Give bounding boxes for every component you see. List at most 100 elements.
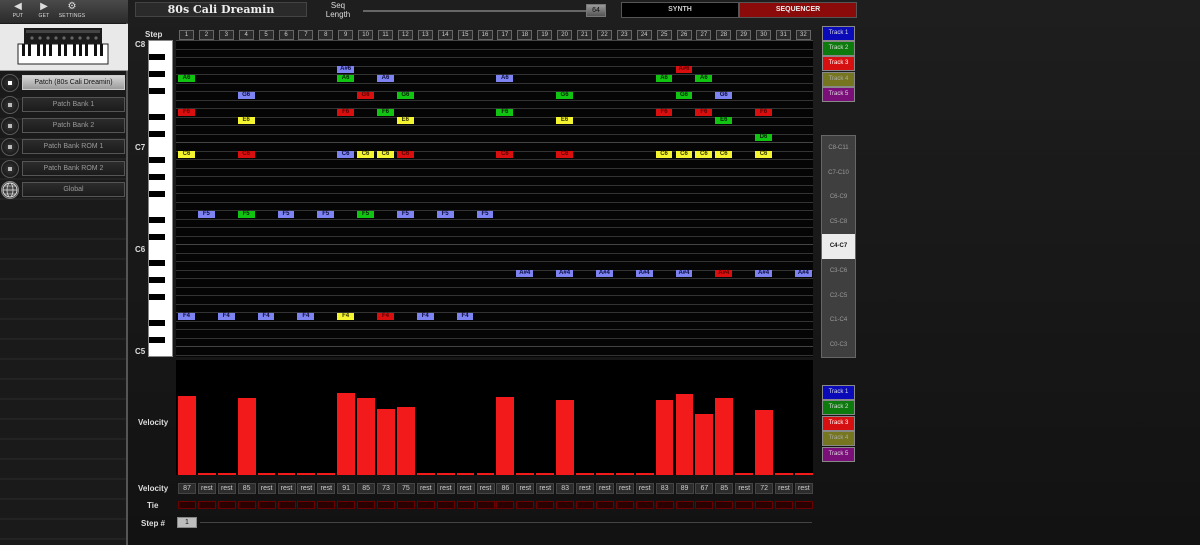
velocity-value[interactable]: rest [416, 483, 435, 494]
note-block[interactable]: F6 [377, 109, 394, 116]
note-block[interactable]: A#4 [556, 270, 573, 277]
note-block[interactable]: A6 [337, 75, 355, 82]
note-block[interactable]: A6 [178, 75, 195, 82]
velocity-bar[interactable] [516, 473, 535, 475]
sidebar-item-label[interactable]: Global [22, 182, 125, 197]
sidebar-item-label[interactable]: Patch Bank ROM 1 [22, 139, 125, 154]
tie-toggle[interactable] [416, 501, 435, 509]
step-number[interactable]: 5 [258, 30, 274, 40]
step-number[interactable]: 26 [676, 30, 692, 40]
note-block[interactable]: D6 [755, 134, 772, 141]
note-block[interactable]: F6 [178, 109, 195, 116]
tie-toggle[interactable] [516, 501, 535, 509]
step-number[interactable]: 2 [198, 30, 214, 40]
tie-toggle[interactable] [257, 501, 276, 509]
tie-toggle[interactable] [337, 501, 356, 509]
tie-toggle[interactable] [476, 501, 495, 509]
tie-toggle[interactable] [377, 501, 395, 509]
tie-toggle[interactable] [436, 501, 455, 509]
piano-black-key[interactable] [149, 88, 165, 94]
step-number[interactable]: 9 [338, 30, 354, 40]
velocity-bar[interactable] [735, 473, 754, 475]
step-number-slider[interactable] [200, 522, 812, 523]
step-number[interactable]: 15 [457, 30, 473, 40]
note-block[interactable]: A6 [695, 75, 713, 82]
note-block[interactable]: C6 [496, 151, 514, 158]
step-number[interactable]: 23 [616, 30, 632, 40]
note-block[interactable]: F5 [476, 211, 494, 218]
track-5-button[interactable]: Track 5 [822, 87, 855, 102]
velocity-bar[interactable] [178, 396, 196, 475]
piano-black-key[interactable] [149, 54, 165, 60]
note-block[interactable]: C6 [675, 151, 693, 158]
track-2-button[interactable]: Track 2 [822, 41, 855, 56]
step-number[interactable]: 20 [557, 30, 573, 40]
velocity-bar[interactable] [775, 473, 793, 475]
note-block[interactable]: A#4 [755, 270, 772, 277]
note-block[interactable]: C6 [655, 151, 673, 158]
step-number-field[interactable]: 1 [177, 517, 197, 528]
step-number[interactable]: 12 [397, 30, 413, 40]
step-number[interactable]: 25 [656, 30, 672, 40]
velocity-bar[interactable] [217, 473, 236, 475]
step-number[interactable]: 28 [716, 30, 732, 40]
velocity-value[interactable]: 83 [655, 483, 674, 494]
velocity-value[interactable]: 85 [237, 483, 256, 494]
tie-toggle[interactable] [615, 501, 634, 509]
note-block[interactable]: E6 [715, 117, 733, 124]
velocity-track-2-button[interactable]: Track 2 [822, 400, 855, 415]
piano-black-key[interactable] [149, 191, 165, 197]
note-block[interactable]: A#4 [516, 270, 534, 277]
velocity-bar[interactable] [476, 473, 495, 475]
velocity-bar[interactable] [655, 400, 674, 475]
velocity-value[interactable]: rest [476, 483, 495, 494]
piano-black-key[interactable] [149, 277, 165, 283]
velocity-value[interactable]: rest [257, 483, 276, 494]
note-block[interactable]: E6 [396, 117, 414, 124]
velocity-bars[interactable] [176, 360, 813, 475]
note-block[interactable]: F5 [357, 211, 374, 218]
velocity-bar[interactable] [794, 473, 813, 475]
note-block[interactable]: F5 [436, 211, 454, 218]
tie-toggle[interactable] [178, 501, 196, 509]
tie-toggle[interactable] [536, 501, 555, 509]
piano-black-key[interactable] [149, 131, 165, 137]
tab-sequencer[interactable]: SEQUENCER [739, 2, 857, 18]
velocity-bar[interactable] [755, 410, 773, 475]
piano-black-key[interactable] [149, 114, 165, 120]
settings-button[interactable]: ⚙ SETTINGS [54, 2, 90, 22]
velocity-bar[interactable] [377, 409, 395, 475]
note-block[interactable]: F4 [217, 313, 235, 320]
velocity-bar[interactable] [695, 414, 714, 475]
piano-black-key[interactable] [149, 217, 165, 223]
tie-toggle[interactable] [576, 501, 594, 509]
note-block[interactable]: A#6 [337, 66, 355, 73]
velocity-value[interactable]: rest [635, 483, 654, 494]
velocity-track-3-button[interactable]: Track 3 [822, 416, 855, 431]
octave-range-option[interactable]: C6-C9 [822, 185, 855, 210]
step-number[interactable]: 14 [437, 30, 453, 40]
sidebar-item-label[interactable]: Patch Bank 1 [22, 97, 125, 112]
step-number[interactable]: 16 [477, 30, 493, 40]
piano-black-key[interactable] [149, 337, 165, 343]
octave-range-option[interactable]: C7-C10 [822, 161, 855, 186]
velocity-value[interactable]: 85 [357, 483, 376, 494]
step-number[interactable]: 22 [596, 30, 612, 40]
note-block[interactable]: F5 [277, 211, 295, 218]
velocity-bar[interactable] [556, 400, 574, 475]
note-block[interactable]: A#4 [675, 270, 693, 277]
tie-toggle[interactable] [217, 501, 236, 509]
velocity-bar[interactable] [197, 473, 216, 475]
note-block[interactable]: E6 [237, 117, 255, 124]
velocity-value[interactable]: 75 [396, 483, 415, 494]
piano-black-key[interactable] [149, 260, 165, 266]
velocity-value[interactable]: 83 [556, 483, 575, 494]
velocity-bar[interactable] [456, 473, 475, 475]
octave-range-option[interactable]: C1-C4 [822, 308, 855, 333]
octave-range-option[interactable]: C0-C3 [822, 333, 855, 358]
tie-toggle[interactable] [496, 501, 515, 509]
note-block[interactable]: G6 [715, 92, 733, 99]
step-number[interactable]: 1 [179, 30, 194, 40]
note-block[interactable]: E6 [556, 117, 573, 124]
step-number[interactable]: 24 [636, 30, 652, 40]
